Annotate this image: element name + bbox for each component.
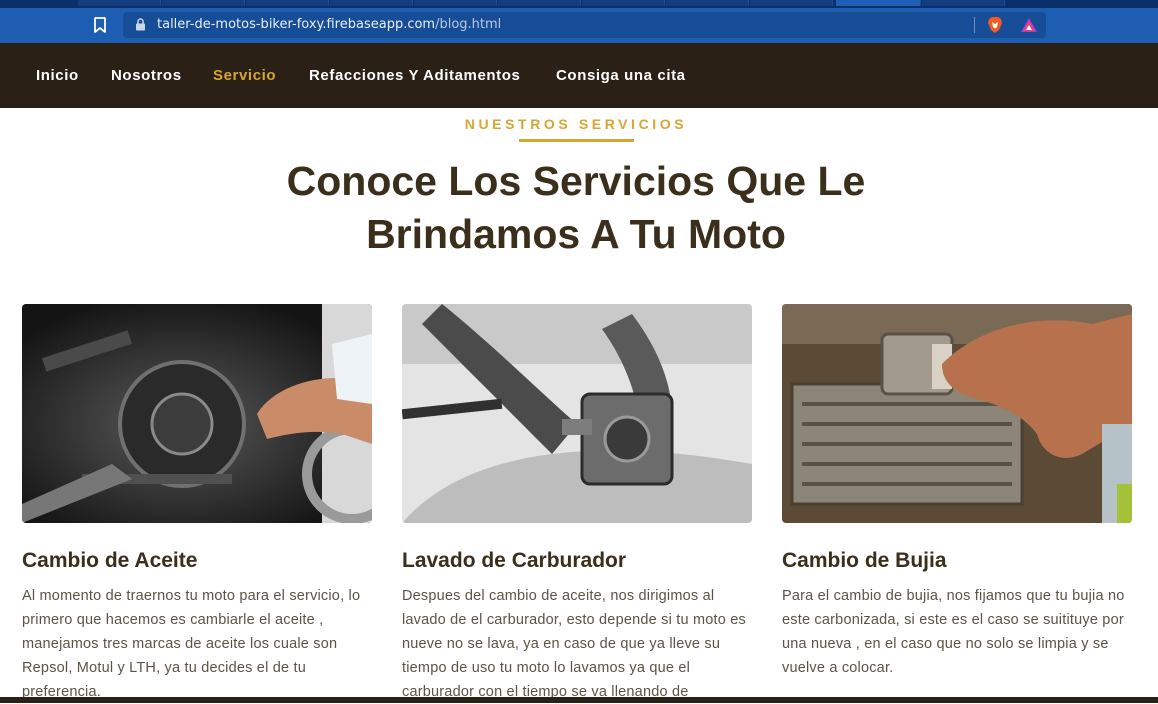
bottom-edge — [0, 697, 1158, 703]
url-host: taller-de-motos-biker-foxy.firebaseapp.c… — [157, 17, 436, 32]
brave-shield-icon[interactable] — [987, 16, 1003, 34]
browser-tab[interactable] — [162, 0, 245, 6]
bookmark-icon[interactable] — [93, 17, 107, 33]
section-headline: Conoce Los Servicios Que Le Brindamos A … — [226, 155, 926, 261]
card-title-aceite: Cambio de Aceite — [22, 549, 198, 572]
spark-plug-photo — [782, 304, 1132, 523]
url-path: /blog.html — [435, 17, 502, 32]
nav-item-servicio[interactable]: Servicio — [213, 67, 276, 84]
headline-line-1: Conoce Los Servicios Que Le — [286, 158, 866, 204]
service-card-bujia: Cambio de Bujia Para el cambio de bujia,… — [782, 304, 1132, 676]
nav-item-inicio[interactable]: Inicio — [36, 67, 79, 84]
browser-tab[interactable] — [750, 0, 833, 6]
url-field[interactable]: taller-de-motos-biker-foxy.firebaseapp.c… — [123, 12, 1046, 38]
browser-tab[interactable] — [330, 0, 413, 6]
nav-item-refacciones[interactable]: Refacciones Y Aditamentos — [309, 67, 520, 84]
eyebrow-underline — [519, 139, 634, 142]
service-card-carburador: Lavado de Carburador Despues del cambio … — [402, 304, 752, 700]
site-navbar: Inicio Nosotros Servicio Refacciones Y A… — [0, 43, 1158, 108]
headline-line-2: Brindamos A Tu Moto — [366, 211, 786, 257]
nav-item-nosotros[interactable]: Nosotros — [111, 67, 182, 84]
nav-item-consiga-cita[interactable]: Consiga una cita — [556, 67, 686, 84]
browser-tab[interactable] — [498, 0, 581, 6]
browser-tab[interactable] — [582, 0, 665, 6]
browser-tab[interactable] — [246, 0, 329, 6]
browser-tab[interactable] — [666, 0, 749, 6]
browser-tab[interactable] — [78, 0, 161, 6]
browser-tab[interactable] — [414, 0, 497, 6]
card-title-carburador: Lavado de Carburador — [402, 549, 627, 572]
card-title-bujia: Cambio de Bujia — [782, 549, 947, 572]
lock-icon — [136, 18, 145, 31]
oil-change-photo — [22, 304, 372, 523]
browser-tab-active[interactable] — [836, 0, 921, 6]
brave-rewards-icon[interactable] — [1020, 17, 1038, 33]
browser-address-bar: taller-de-motos-biker-foxy.firebaseapp.c… — [0, 8, 1158, 43]
url-text: taller-de-motos-biker-foxy.firebaseapp.c… — [157, 17, 501, 32]
card-text-bujia: Para el cambio de bujia, nos fijamos que… — [782, 588, 1125, 676]
carburetor-photo — [402, 304, 752, 523]
browser-tab-strip — [0, 0, 1158, 8]
url-divider — [974, 17, 975, 33]
card-text-carburador: Despues del cambio de aceite, nos dirigi… — [402, 588, 746, 700]
section-eyebrow: NUESTROS SERVICIOS — [464, 116, 688, 132]
card-text-aceite: Al momento de traernos tu moto para el s… — [22, 588, 361, 700]
browser-tab[interactable] — [922, 0, 1005, 6]
service-card-aceite: Cambio de Aceite Al momento de traernos … — [22, 304, 372, 700]
